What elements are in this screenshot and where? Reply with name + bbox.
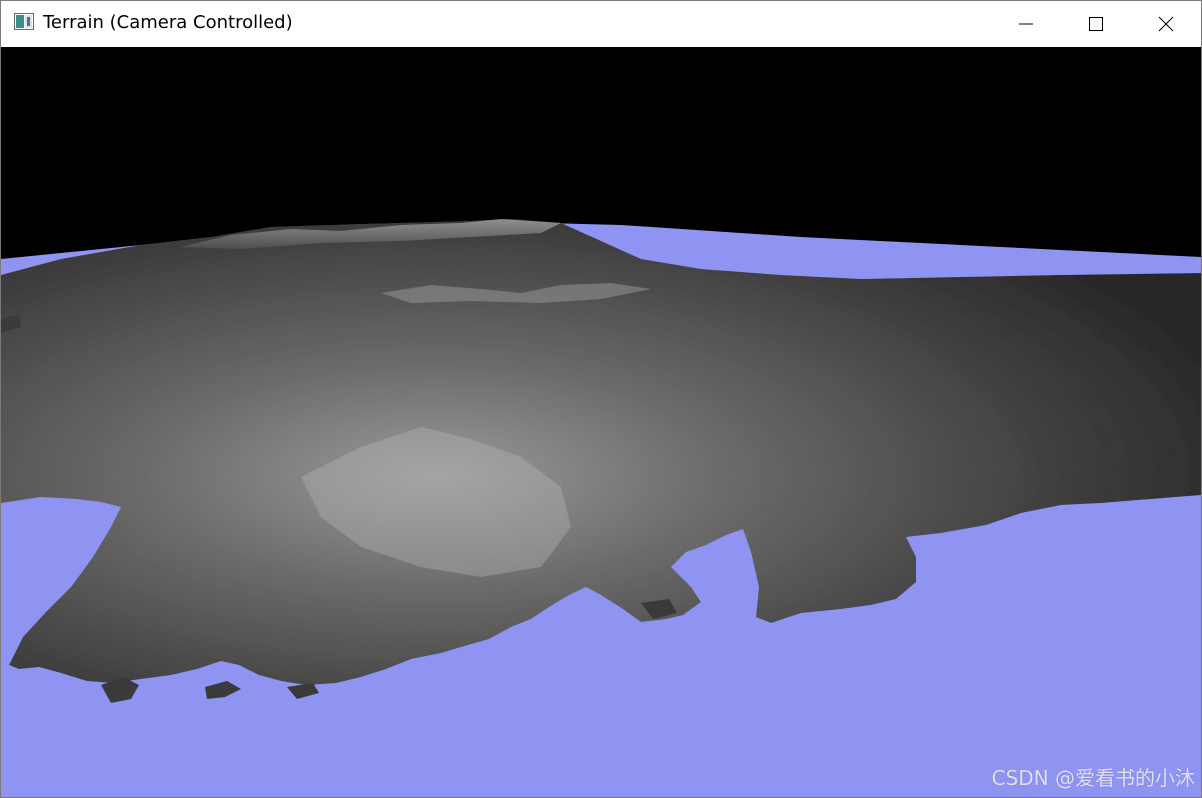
watermark-text: CSDN @爱看书的小沐 <box>991 766 1195 790</box>
close-icon <box>1158 16 1174 32</box>
app-window-icon <box>14 13 34 30</box>
maximize-icon <box>1089 17 1103 31</box>
maximize-button[interactable] <box>1061 1 1131 47</box>
minimize-icon <box>1019 23 1033 25</box>
minimize-button[interactable] <box>991 1 1061 47</box>
terrain-viewport[interactable] <box>1 47 1201 797</box>
title-bar[interactable]: Terrain (Camera Controlled) <box>1 1 1201 47</box>
close-button[interactable] <box>1131 1 1201 47</box>
terrain-render[interactable] <box>1 47 1201 797</box>
window-title: Terrain (Camera Controlled) <box>43 12 293 33</box>
app-window: Terrain (Camera Controlled) CSDN @爱看书的小沐 <box>0 0 1202 798</box>
